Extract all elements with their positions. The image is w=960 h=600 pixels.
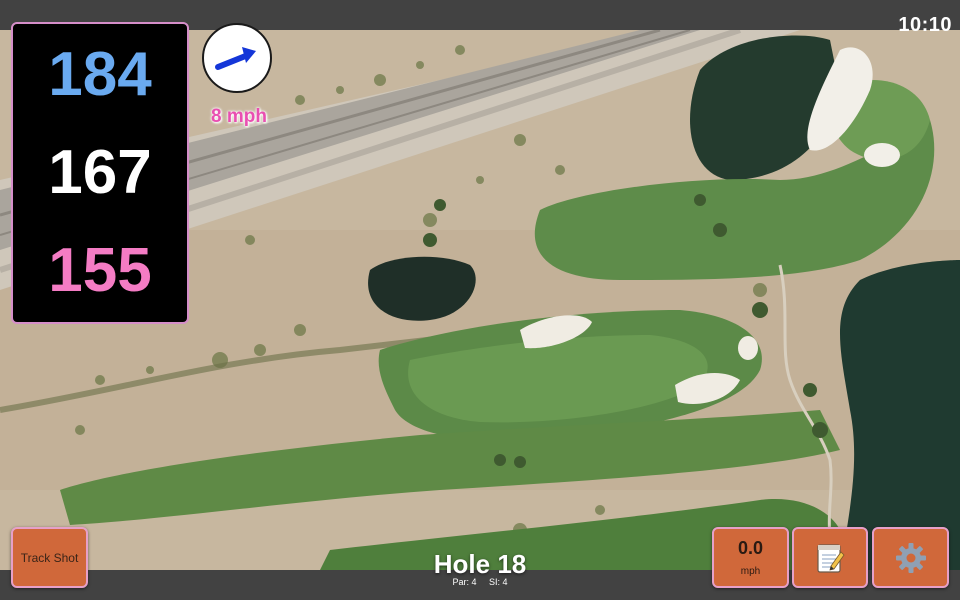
- par-label: Par: 4: [452, 577, 477, 587]
- wind-speed-label: 8 mph: [211, 106, 267, 127]
- notes-button[interactable]: [792, 527, 868, 588]
- front-distance: 155: [48, 236, 152, 305]
- golf-gps-screen: 10:10 184 167 155 8 mph Track Shot Hole …: [0, 0, 960, 600]
- distance-panel: 184 167 155: [11, 22, 189, 324]
- stroke-index-label: SI: 4: [489, 577, 508, 587]
- notepad-icon: [817, 543, 845, 573]
- hole-title: Hole 18: [433, 549, 527, 579]
- wind-speed-unit: mph: [740, 566, 761, 577]
- track-shot-button[interactable]: Track Shot: [11, 527, 88, 588]
- settings-button[interactable]: [872, 527, 949, 588]
- clock: 10:10: [898, 14, 952, 36]
- wind-direction-dial: [202, 23, 272, 93]
- track-shot-label: Track Shot: [20, 550, 79, 565]
- middle-distance: 167: [48, 138, 152, 207]
- wind-direction-arrow-icon: [215, 47, 256, 70]
- back-distance: 184: [48, 40, 152, 109]
- wind-speed-button[interactable]: 0.0 mph: [712, 527, 789, 588]
- hole-info: Par: 4 SI: 4: [380, 577, 580, 587]
- wind-speed-value: 0.0: [737, 538, 764, 558]
- gear-icon: [895, 542, 926, 573]
